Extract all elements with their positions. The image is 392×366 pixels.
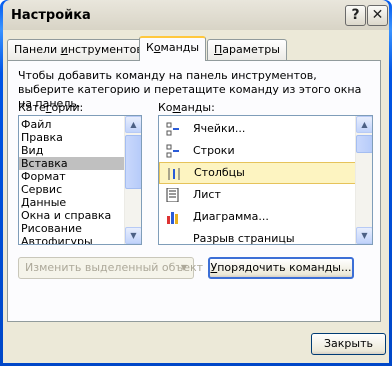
category-item[interactable]: Окна и справка [19, 209, 125, 222]
commands-listbox[interactable]: Ячейки... Строки Столбцы Лист Диаграмма.… [158, 115, 373, 245]
categories-label: Категории: [18, 101, 84, 114]
commands-items: Ячейки... Строки Столбцы Лист Диаграмма.… [159, 118, 356, 244]
scroll-down-arrow-icon[interactable]: ▼ [356, 227, 372, 244]
category-item[interactable]: Файл [19, 118, 125, 131]
categories-listbox[interactable]: Файл Правка Вид Вставка Формат Сервис Да… [18, 115, 142, 245]
modify-selection-button[interactable]: Изменить выделенный объект ▼ [18, 257, 203, 279]
scroll-thumb[interactable] [125, 135, 141, 189]
category-item[interactable]: Формат [19, 170, 125, 183]
command-item-chart[interactable]: Диаграмма... [159, 206, 356, 228]
insert-sheet-icon [166, 188, 179, 202]
categories-scrollbar[interactable]: ▲ ▼ [124, 116, 141, 244]
rearrange-commands-button[interactable]: Упорядочить команды... [208, 257, 354, 279]
category-item[interactable]: Автофигуры [19, 235, 125, 244]
dialog-title: Настройка [11, 8, 91, 23]
commands-label: Команды: [158, 101, 215, 114]
insert-cells-icon [166, 122, 179, 136]
insert-chart-icon [167, 212, 178, 224]
scroll-thumb[interactable] [356, 135, 372, 153]
close-button[interactable]: Закрыть [311, 333, 386, 355]
category-item[interactable]: Данные [19, 196, 125, 209]
help-button[interactable]: ? [345, 5, 366, 26]
customize-dialog: Настройка ? ✕ Панели инструментов Команд… [0, 0, 392, 366]
title-bar[interactable]: Настройка ? ✕ [3, 0, 389, 30]
command-item-columns[interactable]: Столбцы [159, 162, 356, 184]
tab-toolbars[interactable]: Панели инструментов [7, 39, 150, 60]
category-item[interactable]: Правка [19, 131, 125, 144]
page-break-icon [165, 232, 181, 244]
scroll-down-arrow-icon[interactable]: ▼ [125, 227, 141, 244]
command-item-sheet[interactable]: Лист [159, 184, 356, 206]
categories-items: Файл Правка Вид Вставка Формат Сервис Да… [19, 118, 125, 244]
dropdown-arrow-icon: ▼ [180, 263, 187, 272]
tab-commands[interactable]: Команды [139, 36, 207, 61]
commands-tab-panel: Чтобы добавить команду на панель инструм… [7, 60, 381, 322]
close-window-button[interactable]: ✕ [367, 5, 388, 26]
scroll-up-arrow-icon[interactable]: ▲ [356, 116, 372, 133]
category-item[interactable]: Вид [19, 144, 125, 157]
tab-options[interactable]: Параметры [207, 39, 287, 60]
insert-rows-icon [166, 144, 179, 158]
command-item-cells[interactable]: Ячейки... [159, 118, 356, 140]
insert-columns-icon [168, 168, 180, 180]
command-item-rows[interactable]: Строки [159, 140, 356, 162]
command-item-page-break[interactable]: Разрыв страницы [159, 228, 356, 244]
category-item[interactable]: Рисование [19, 222, 125, 235]
commands-scrollbar[interactable]: ▲ ▼ [355, 116, 372, 244]
category-item-selected[interactable]: Вставка [19, 157, 125, 170]
scroll-up-arrow-icon[interactable]: ▲ [125, 116, 141, 133]
dialog-body: Панели инструментов Команды Параметры Чт… [3, 30, 389, 363]
category-item[interactable]: Сервис [19, 183, 125, 196]
